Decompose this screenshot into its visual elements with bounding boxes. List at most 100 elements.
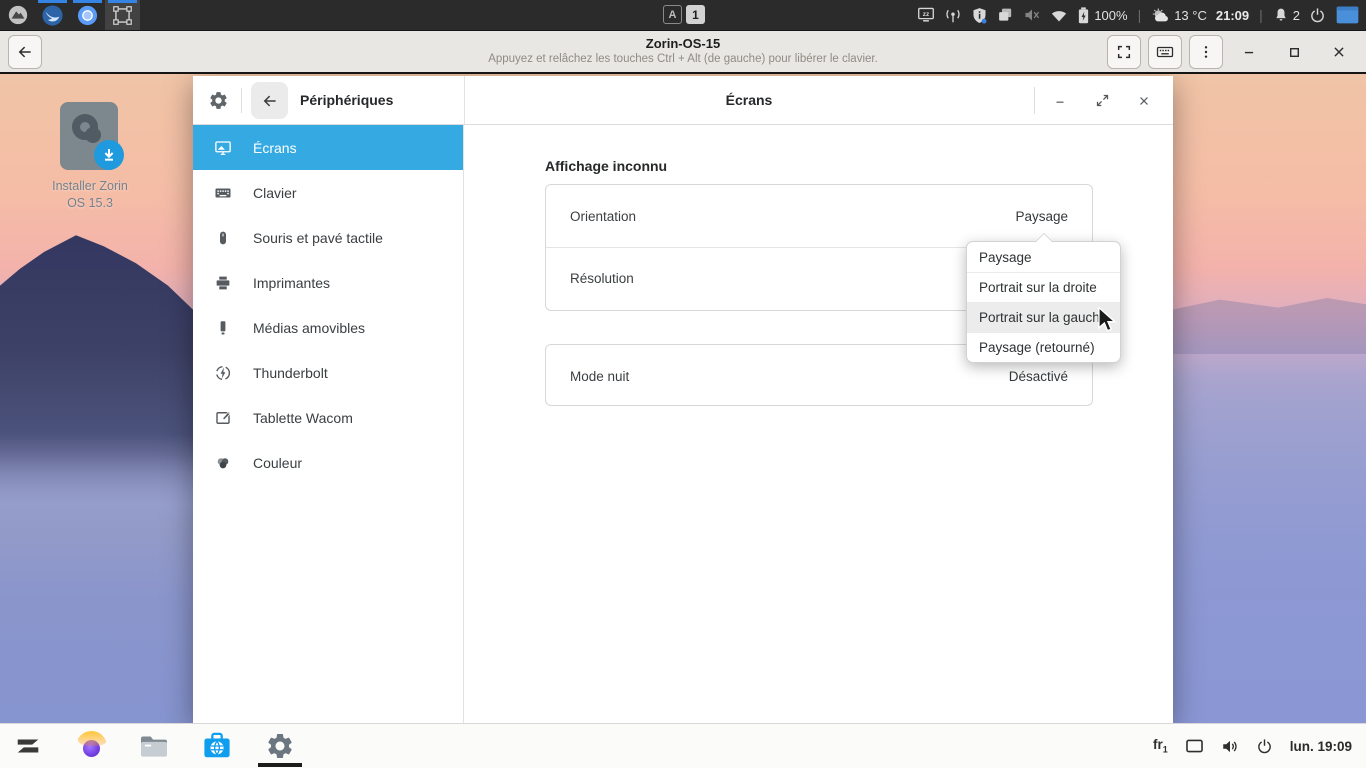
settings-window-controls [1039,83,1165,118]
software-launcher[interactable] [197,724,237,768]
screen-inhibit-icon[interactable]: zz [917,7,935,23]
hotspot-icon[interactable] [944,7,962,23]
weather-temp: 13 °C [1174,8,1207,23]
settings-launcher[interactable] [260,724,300,768]
sidebar-item-ecrans[interactable]: Écrans [193,125,463,170]
files-folder-icon [139,733,169,759]
vm-minimize-button[interactable] [1230,35,1268,69]
minimize-icon [1242,45,1256,59]
printer-icon [214,274,232,292]
settings-back-button[interactable] [251,82,288,119]
battery-icon [1077,7,1090,24]
sidebar-item-medias[interactable]: Médias amovibles [193,305,463,350]
sidebar-item-clavier[interactable]: Clavier [193,170,463,215]
sidebar-item-thunderbolt[interactable]: Thunderbolt [193,350,463,395]
battery-percent: 100% [1094,8,1127,23]
top-bar-indicators: A 1 [663,5,705,24]
display-icon [214,139,232,157]
power-icon[interactable] [1309,7,1326,24]
guest-taskbar: fr1 lun. 19:09 [0,723,1366,768]
virt-manager-icon [112,5,133,26]
chromium-icon [76,4,99,27]
restore-icon [1095,93,1110,108]
gear-icon [208,90,229,111]
clipboard-sync-icon[interactable] [997,7,1014,23]
header-separator [1034,87,1035,114]
virt-manager-app-icon[interactable] [105,0,140,30]
sidebar-item-imprimantes[interactable]: Imprimantes [193,260,463,305]
vm-fullscreen-button[interactable] [1107,35,1141,69]
zorin-menu-button[interactable] [8,724,48,768]
vm-window-title: Zorin-OS-15 [200,36,1166,51]
close-icon [1137,94,1151,108]
sidebar-item-label: Couleur [253,455,302,471]
settings-body: Écrans Clavier [193,125,1173,723]
back-arrow-icon [261,92,279,110]
thunderbird-app-icon[interactable] [35,0,70,30]
settings-restore-button[interactable] [1081,83,1123,118]
sidebar-item-wacom[interactable]: Tablette Wacom [193,395,463,440]
window-list-icon[interactable] [1335,5,1360,25]
dropdown-item-paysage-retourne[interactable]: Paysage (retourné) [967,332,1120,362]
download-badge-icon [94,140,124,170]
battery-indicator[interactable]: 100% [1077,7,1127,24]
host-top-bar: A 1 zz [0,0,1366,30]
top-bar-clock[interactable]: 21:09 [1216,8,1249,23]
page-title: Écrans [464,92,1034,108]
wallpaper-fog [1171,324,1366,723]
host-launcher-app-icon[interactable] [0,0,35,30]
taskbar-app-list [0,724,300,768]
sidebar-item-souris[interactable]: Souris et pavé tactile [193,215,463,260]
night-mode-label: Mode nuit [570,369,629,384]
vm-back-button[interactable] [8,35,42,69]
installer-icon-label: Installer Zorin OS 15.3 [42,178,138,212]
top-bar-app-list [0,0,140,30]
settings-app-icon [208,90,229,116]
vm-close-button[interactable] [1320,35,1358,69]
wifi-icon[interactable] [1050,8,1068,23]
sidebar-item-label: Thunderbolt [253,365,328,381]
section-title: Affichage inconnu [545,158,667,174]
workspace-indicator[interactable]: 1 [686,5,705,24]
taskbar-status-area: fr1 lun. 19:09 [1153,737,1366,755]
files-launcher[interactable] [134,724,174,768]
display-status-icon[interactable] [1185,738,1204,754]
vm-keyboard-button[interactable] [1148,35,1182,69]
keyboard-layout-indicator[interactable]: fr1 [1153,737,1168,755]
dropdown-item-portrait-droite[interactable]: Portrait sur la droite [967,272,1120,302]
vm-window-subtitle: Appuyez et relâchez les touches Ctrl + A… [200,53,1166,65]
firefox-launcher[interactable] [71,724,111,768]
night-mode-value: Désactivé [1009,369,1068,384]
vm-menu-button[interactable] [1189,35,1223,69]
orientation-dropdown: Paysage Portrait sur la droite Portrait … [966,241,1121,363]
orientation-label: Orientation [570,209,636,224]
shield-info-icon[interactable] [971,7,988,24]
weather-indicator[interactable]: 13 °C [1151,7,1207,24]
bell-icon [1273,7,1289,23]
sidebar-item-label: Imprimantes [253,275,330,291]
vm-window-controls [1107,35,1358,69]
taskbar-clock[interactable]: lun. 19:09 [1290,739,1352,754]
volume-icon[interactable] [1221,738,1239,755]
orientation-row[interactable]: Orientation Paysage [546,185,1092,247]
dropdown-item-paysage[interactable]: Paysage [967,242,1120,272]
chromium-app-icon[interactable] [70,0,105,30]
top-bar-status-area: zz [917,5,1366,25]
notification-indicator[interactable]: 2 [1273,7,1300,23]
settings-minimize-button[interactable] [1039,83,1081,118]
running-indicator [38,0,67,3]
vm-maximize-button[interactable] [1275,35,1313,69]
muted-speaker-icon[interactable] [1023,7,1041,23]
mountain-circle-icon [7,4,29,26]
settings-sidebar: Écrans Clavier [193,125,464,723]
sidebar-item-couleur[interactable]: Couleur [193,440,463,485]
header-separator [241,88,242,113]
settings-close-button[interactable] [1123,83,1165,118]
installer-desktop-icon[interactable]: Installer Zorin OS 15.3 [42,102,138,212]
zorin-logo-icon [14,732,42,760]
keyboard-layout-indicator[interactable]: A [663,5,682,24]
power-icon[interactable] [1256,738,1273,755]
keyboard-icon [214,184,232,202]
gear-icon [265,731,295,761]
settings-window: Périphériques Écrans [193,76,1173,723]
